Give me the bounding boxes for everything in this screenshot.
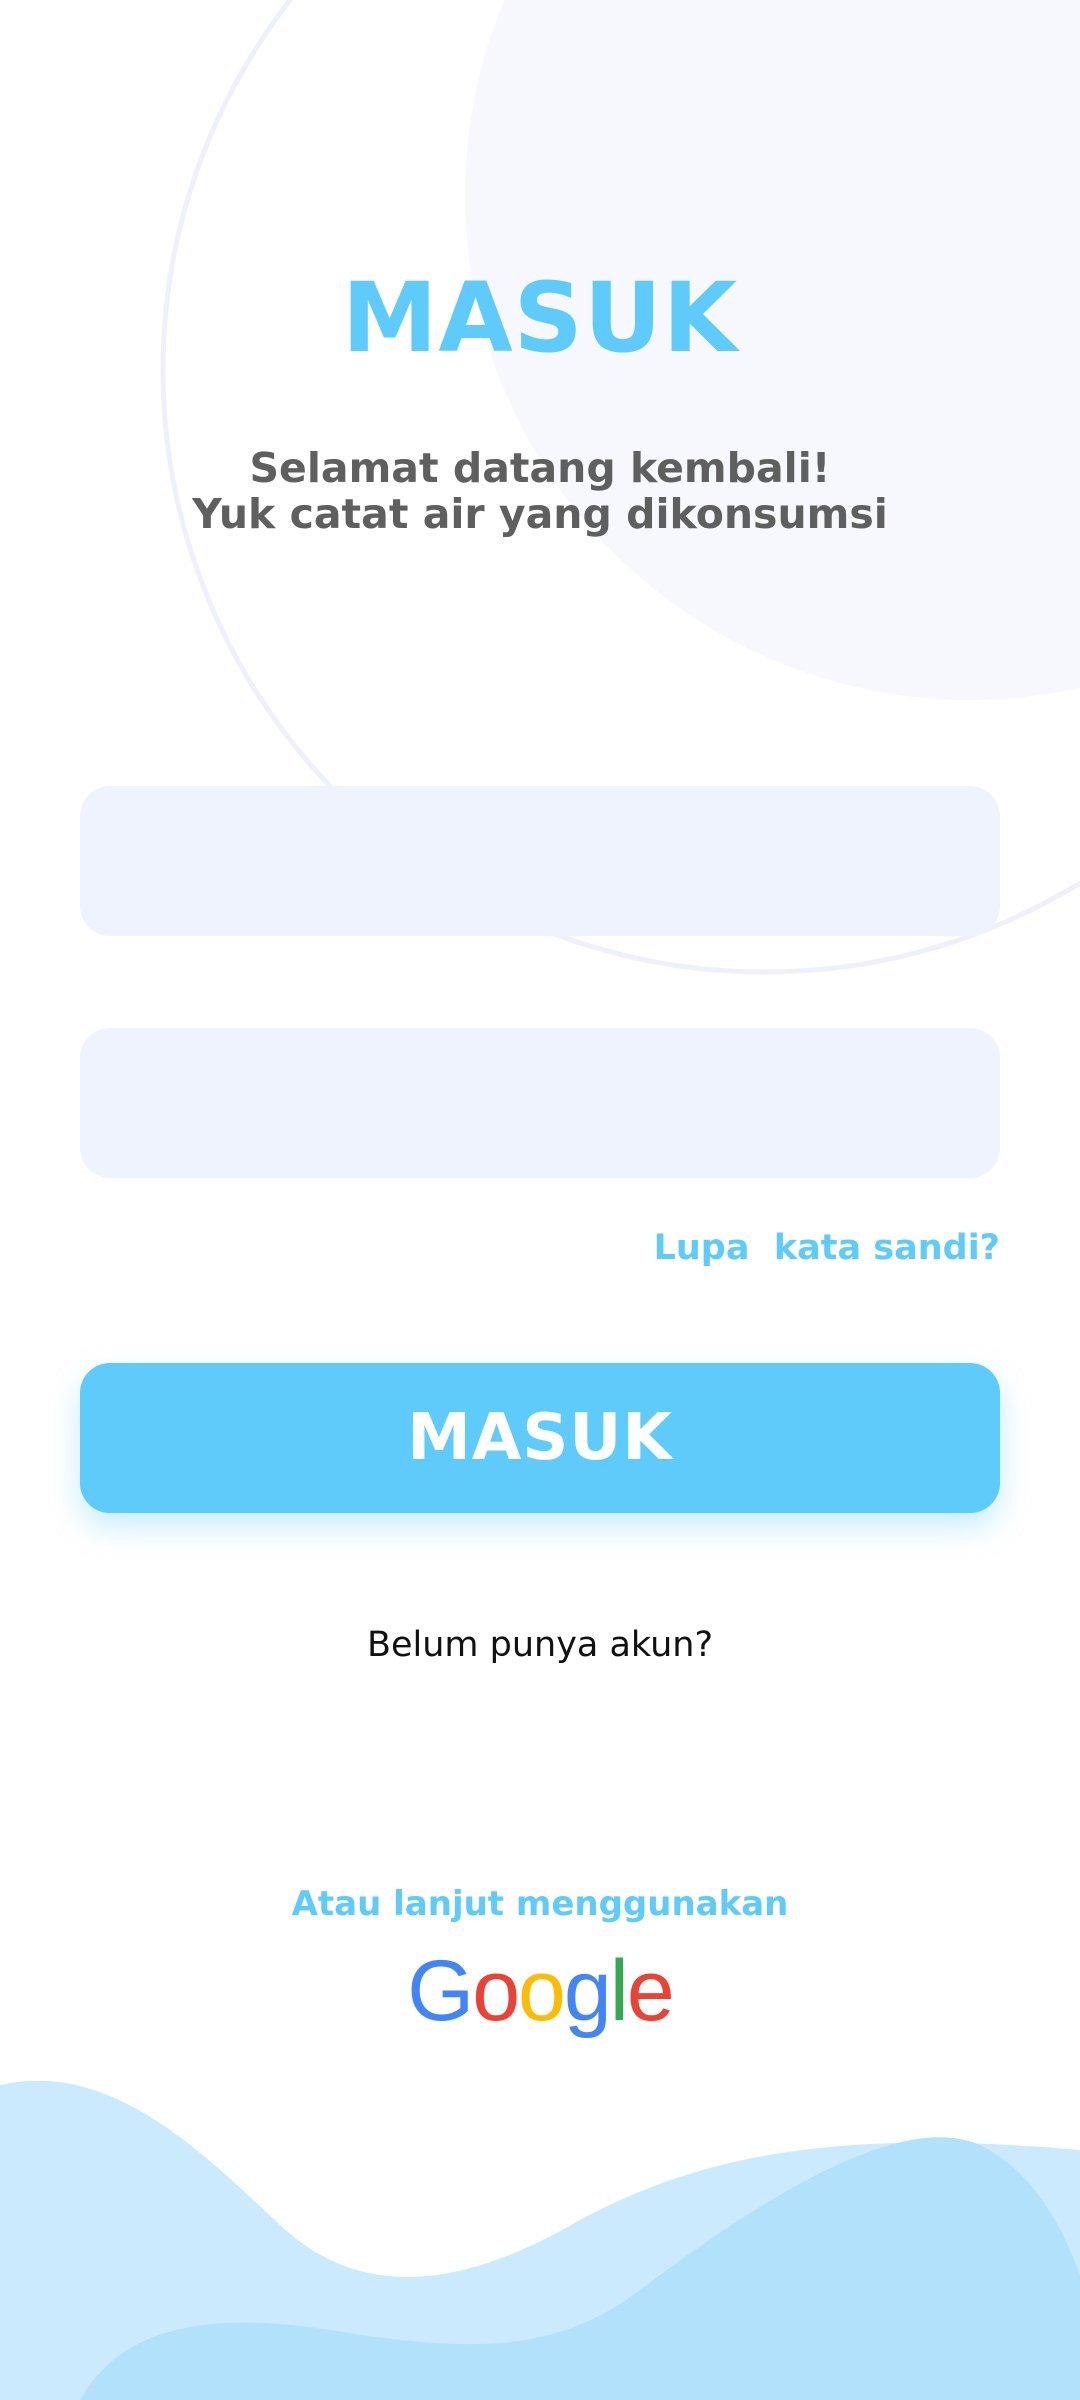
google-logo-letter: G bbox=[407, 1943, 474, 2039]
alternative-login-label: Atau lanjut menggunakan bbox=[291, 1884, 789, 1924]
login-button[interactable]: MASUK bbox=[80, 1363, 1000, 1513]
email-field[interactable] bbox=[80, 786, 1000, 936]
google-logo-letter: o bbox=[472, 1943, 520, 2039]
page-title: MASUK bbox=[341, 262, 739, 374]
register-link[interactable]: Belum punya akun? bbox=[0, 1625, 1080, 1665]
google-logo-letter: l bbox=[609, 1943, 629, 2039]
subtitle-line-1: Selamat datang kembali! bbox=[249, 444, 831, 492]
google-logo-letter: g bbox=[563, 1943, 612, 2039]
subtitle-line-2: Yuk catat air yang dikonsumsi bbox=[192, 490, 888, 538]
google-logo-letter: o bbox=[518, 1943, 566, 2039]
google-login-button[interactable]: Google bbox=[0, 1936, 1080, 2046]
welcome-subtitle: Selamat datang kembali! Yuk catat air ya… bbox=[0, 445, 1080, 537]
google-logo-letter: e bbox=[626, 1943, 675, 2039]
forgot-password-link[interactable]: Lupa kata sandi? bbox=[654, 1228, 1000, 1268]
password-field[interactable] bbox=[80, 1028, 1000, 1178]
